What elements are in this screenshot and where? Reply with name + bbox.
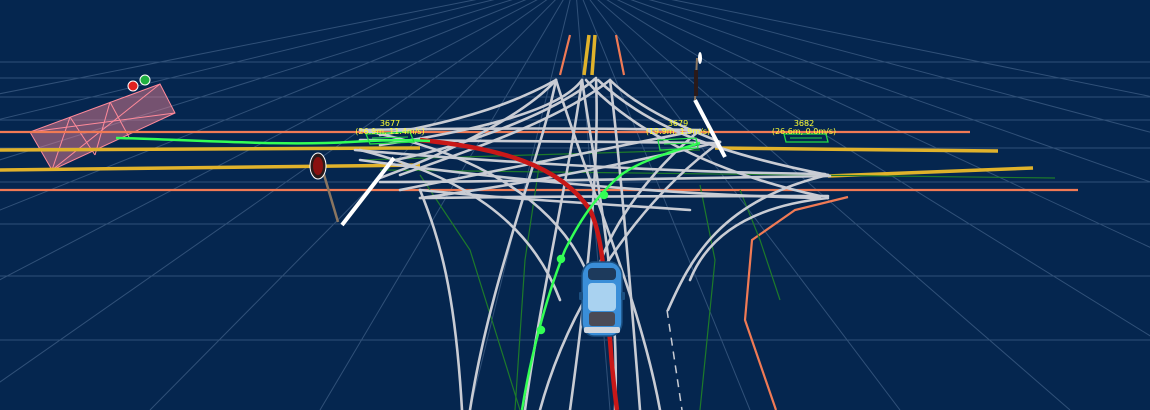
obstacle-info-label: (26.9m, 11.4m/s) [355,127,424,136]
ego-vehicle[interactable] [579,261,625,337]
traffic-light-red [313,157,323,175]
traffic-light-red [698,52,702,64]
obstacle-info-label: (19.9m, 1.9m/s) [646,127,710,136]
obstacle-info-label: (26.6m, 0.0m/s) [772,127,836,136]
car-icon [579,261,625,337]
map-visualization-canvas[interactable]: 3677 (26.9m, 11.4m/s) 3679 (19.9m, 1.9m/… [0,0,1150,410]
crosswalk-signal-red-light [127,80,139,92]
trajectory-point [556,254,566,264]
crosswalk-signal-green-light [139,74,151,86]
trajectory-point [536,325,546,335]
trajectory-point [599,190,609,200]
